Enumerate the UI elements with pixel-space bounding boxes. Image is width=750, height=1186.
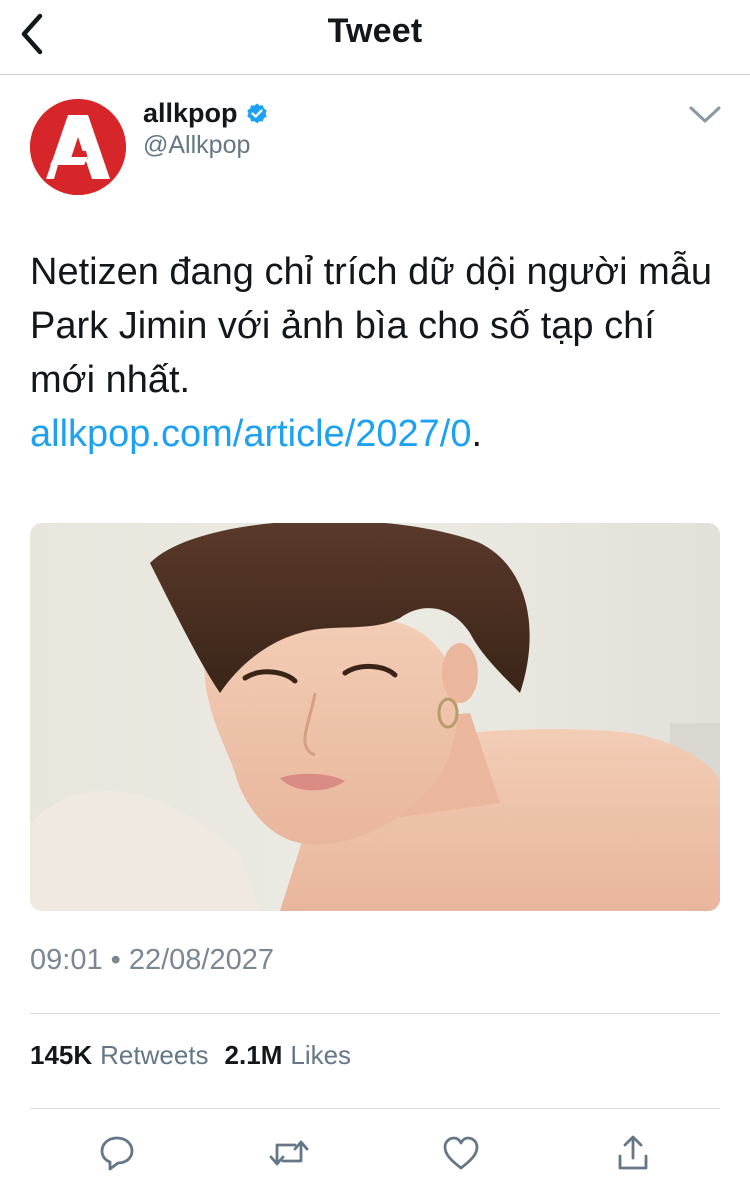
author-name-row[interactable]: allkpop (143, 98, 269, 129)
chevron-down-icon (689, 106, 721, 123)
share-icon (618, 1135, 648, 1170)
timestamp-separator: • (110, 944, 121, 976)
tweet-stats: 145K Retweets 2.1M Likes (30, 1040, 367, 1071)
reply-icon (100, 1136, 134, 1171)
author-handle[interactable]: @Allkpop (143, 131, 250, 160)
likes-label[interactable]: Likes (290, 1040, 351, 1071)
author-name[interactable]: allkpop (143, 98, 238, 129)
divider (30, 1013, 720, 1014)
page-title: Tweet (327, 12, 423, 50)
tweet-menu-button[interactable] (686, 100, 724, 130)
top-bar: Tweet (0, 0, 750, 75)
reply-button[interactable] (94, 1130, 140, 1176)
divider (30, 1108, 720, 1109)
verified-badge-icon (245, 102, 269, 126)
avatar[interactable] (30, 99, 126, 195)
tweet-image[interactable] (30, 523, 720, 911)
share-button[interactable] (610, 1130, 656, 1176)
tweet-date: 22/08/2027 (128, 944, 275, 976)
retweets-count[interactable]: 145K (30, 1040, 92, 1071)
like-icon (443, 1136, 479, 1170)
allkpop-logo (30, 99, 126, 195)
retweet-icon (269, 1140, 309, 1166)
portrait-photo (30, 523, 720, 911)
retweets-label[interactable]: Retweets (100, 1040, 208, 1071)
tweet-body: Netizen đang chỉ trích dữ dội người mẫu … (30, 251, 713, 401)
tweet-text: Netizen đang chỉ trích dữ dội người mẫu … (30, 245, 720, 461)
tweet-timestamp: 09:01 • 22/08/2027 (30, 944, 274, 977)
like-button[interactable] (438, 1130, 484, 1176)
tweet-link[interactable]: allkpop.com/article/2027/0 (30, 413, 471, 455)
tweet-time: 09:01 (30, 944, 103, 976)
retweet-button[interactable] (266, 1130, 312, 1176)
likes-count[interactable]: 2.1M (225, 1040, 283, 1071)
tweet-link-suffix: . (471, 413, 483, 455)
